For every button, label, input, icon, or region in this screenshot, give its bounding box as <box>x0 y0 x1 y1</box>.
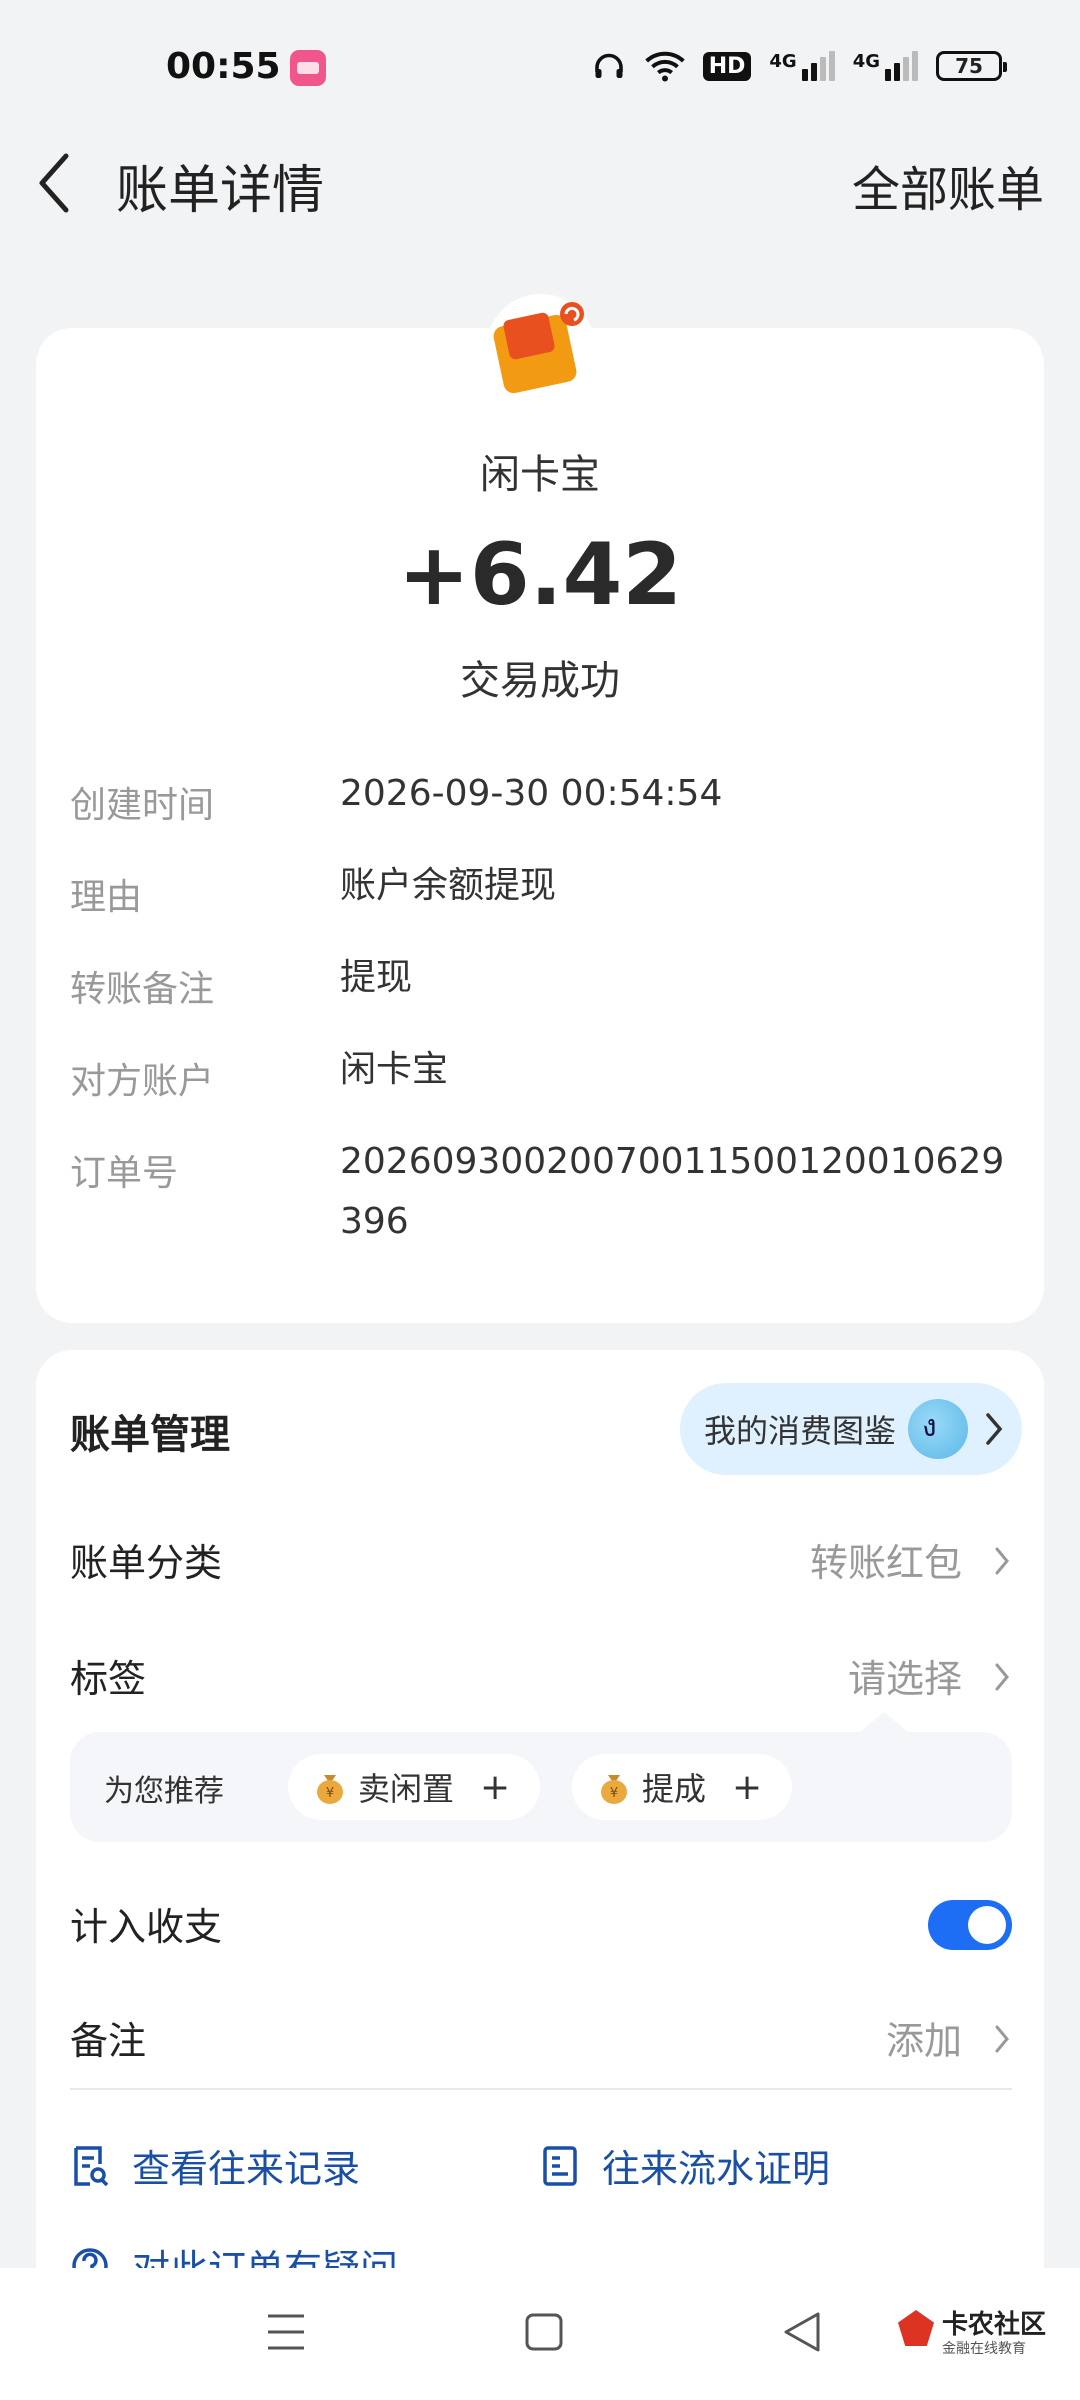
page-title: 账单详情 <box>116 161 325 221</box>
chip-label: 卖闲置 <box>358 1770 455 1808</box>
tag-value: 请选择 <box>847 1657 962 1701</box>
headphones-icon <box>594 53 623 78</box>
bill-category-value: 转账红包 <box>809 1541 962 1585</box>
certificate-icon <box>543 2145 577 2186</box>
detail-value: 提现 <box>340 957 413 998</box>
tag-label: 标签 <box>70 1657 147 1701</box>
detail-value: 闲卡宝 <box>340 1049 449 1090</box>
money-bag-icon: ¥ <box>317 1775 343 1804</box>
back-arrow-icon <box>39 153 69 213</box>
view-records-label: 查看往来记录 <box>132 2147 361 2191</box>
bill-category-label: 账单分类 <box>70 1541 223 1585</box>
chip-label: 提成 <box>642 1770 707 1808</box>
view-records-link[interactable]: 查看往来记录 <box>70 2138 360 2193</box>
note-label: 备注 <box>70 2019 147 2063</box>
detail-value: 2026-09-30 00:54:54 <box>340 773 723 814</box>
transaction-status: 交易成功 <box>460 658 620 704</box>
spending-gallery-button[interactable]: 我的消费图鉴 <box>680 1383 1022 1475</box>
plus-icon: + <box>732 1766 763 1808</box>
tag-chip-commission[interactable]: ¥ 提成 + <box>572 1754 793 1820</box>
chevron-right-icon <box>995 1663 1009 1691</box>
money-bag-icon: ¥ <box>601 1775 627 1804</box>
signal-icon-2: 4G <box>853 51 918 81</box>
tag-recommendations: 为您推荐 ¥ 卖闲置 + ¥ 提成 + <box>70 1732 1012 1842</box>
tag-row[interactable]: 标签 请选择 <box>70 1648 1010 1708</box>
watermark-title: 卡农社区 <box>942 2310 1047 2340</box>
merchant-logo-icon <box>486 294 596 404</box>
bill-category-row[interactable]: 账单分类 转账红包 <box>70 1532 1010 1592</box>
gallery-label: 我的消费图鉴 <box>704 1412 897 1450</box>
watermark-icon <box>898 2310 934 2346</box>
merchant-name: 闲卡宝 <box>480 452 600 498</box>
status-bar: 00:55 HD 4G 4G 75 <box>0 0 1080 140</box>
battery-icon: 75 <box>936 51 1007 81</box>
chevron-right-icon <box>986 1413 1003 1445</box>
divider <box>70 2088 1012 2090</box>
detail-key: 对方账户 <box>70 1061 215 1102</box>
count-income-row: 计入收支 <box>70 1896 1010 1956</box>
chevron-right-icon <box>995 1547 1009 1575</box>
menu-icon[interactable] <box>266 2310 306 2354</box>
home-icon[interactable] <box>524 2310 564 2354</box>
recommend-pointer <box>858 1712 910 1734</box>
watermark-logo: 卡农社区 金融在线教育 <box>898 2304 1048 2364</box>
detail-key: 订单号 <box>70 1153 179 1194</box>
detail-value: 账户余额提现 <box>340 865 557 906</box>
tag-chip-sell-idle[interactable]: ¥ 卖闲置 + <box>288 1754 541 1820</box>
recommend-label: 为您推荐 <box>104 1774 224 1809</box>
system-nav-bar: 卡农社区 金融在线教育 <box>0 2268 1080 2400</box>
section-title: 账单管理 <box>70 1412 230 1458</box>
note-row[interactable]: 备注 添加 <box>70 2010 1010 2070</box>
watermark-subtitle: 金融在线教育 <box>942 2341 1026 2357</box>
detail-key: 创建时间 <box>70 785 215 826</box>
flow-proof-link[interactable]: 往来流水证明 <box>540 2138 830 2193</box>
status-time: 00:55 <box>166 46 281 87</box>
back-button[interactable] <box>34 150 84 220</box>
transaction-amount: +6.42 <box>397 525 683 625</box>
detail-key: 理由 <box>70 877 143 918</box>
count-income-label: 计入收支 <box>70 1905 223 1949</box>
count-income-toggle[interactable] <box>928 1900 1012 1950</box>
mascot-icon <box>908 1399 968 1459</box>
chevron-right-icon <box>995 2025 1009 2053</box>
svg-text:¥: ¥ <box>610 1786 618 1801</box>
detail-value[interactable]: 20260930020070011500120010629396 <box>340 1132 1020 1252</box>
document-search-icon <box>74 2145 109 2186</box>
notification-app-icon <box>290 50 326 86</box>
signal-icon-1: 4G <box>769 51 835 81</box>
svg-text:¥: ¥ <box>326 1786 334 1801</box>
status-icons: HD 4G 4G 75 <box>591 48 1007 84</box>
flow-proof-label: 往来流水证明 <box>602 2147 831 2191</box>
note-value: 添加 <box>885 2019 962 2063</box>
plus-icon: + <box>480 1766 511 1808</box>
wifi-icon <box>644 51 685 82</box>
back-nav-icon[interactable] <box>782 2310 822 2354</box>
all-bills-link[interactable]: 全部账单 <box>852 150 1044 220</box>
detail-key: 转账备注 <box>70 969 215 1010</box>
hd-voice-icon: HD <box>702 51 752 81</box>
